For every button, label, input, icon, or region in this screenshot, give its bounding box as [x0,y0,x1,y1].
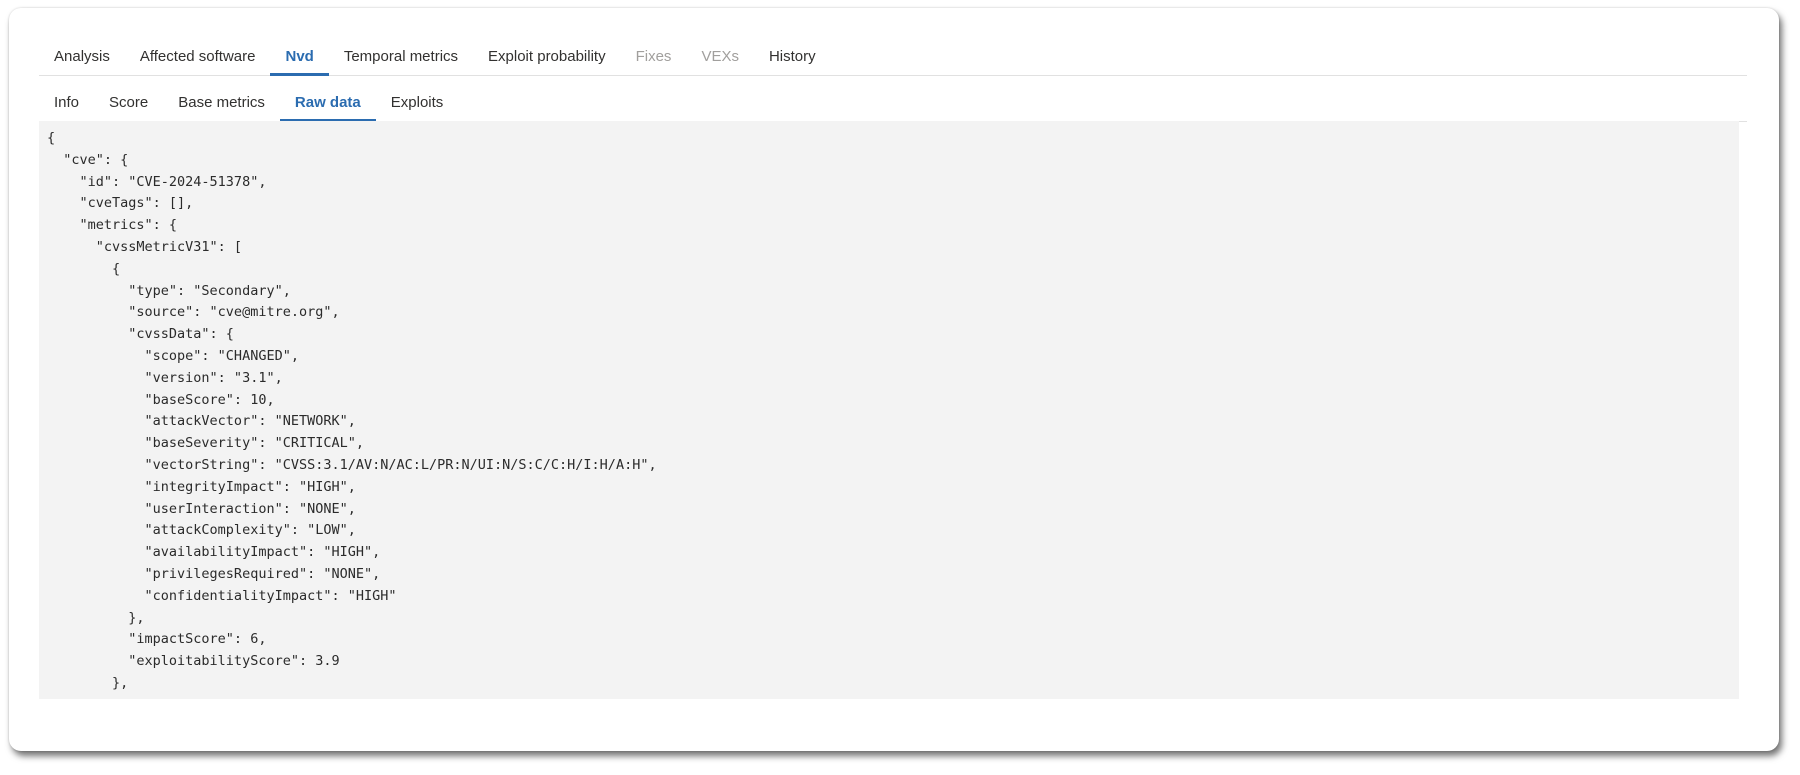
raw-json-text: { "cve": { "id": "CVE-2024-51378", "cveT… [47,130,657,691]
tab-affected-software[interactable]: Affected software [125,37,271,75]
tab-history[interactable]: History [754,37,831,75]
tab-fixes: Fixes [635,47,672,65]
tab-nvd[interactable]: Nvd [270,37,330,76]
tab-temporal-metrics[interactable]: Temporal metrics [329,37,473,75]
subtab-exploits[interactable]: Exploits [376,83,459,121]
raw-data-panel[interactable]: { "cve": { "id": "CVE-2024-51378", "cveT… [39,121,1739,699]
subtab-base-metrics[interactable]: Base metrics [163,83,280,121]
tab-exploit-probability[interactable]: Exploit probability [473,37,621,75]
subtab-score[interactable]: Score [94,83,163,121]
secondary-tab-bar: Info Score Base metrics Raw data Exploit… [39,83,1747,122]
subtab-raw-data[interactable]: Raw data [279,83,376,122]
subtab-info[interactable]: Info [39,83,94,121]
vulnerability-details-card: Analysis Affected software Nvd Temporal … [9,8,1779,751]
tab-vexs: VEXs [701,47,739,65]
primary-tab-bar: Analysis Affected software Nvd Temporal … [39,37,1747,76]
tab-analysis[interactable]: Analysis [39,37,125,75]
